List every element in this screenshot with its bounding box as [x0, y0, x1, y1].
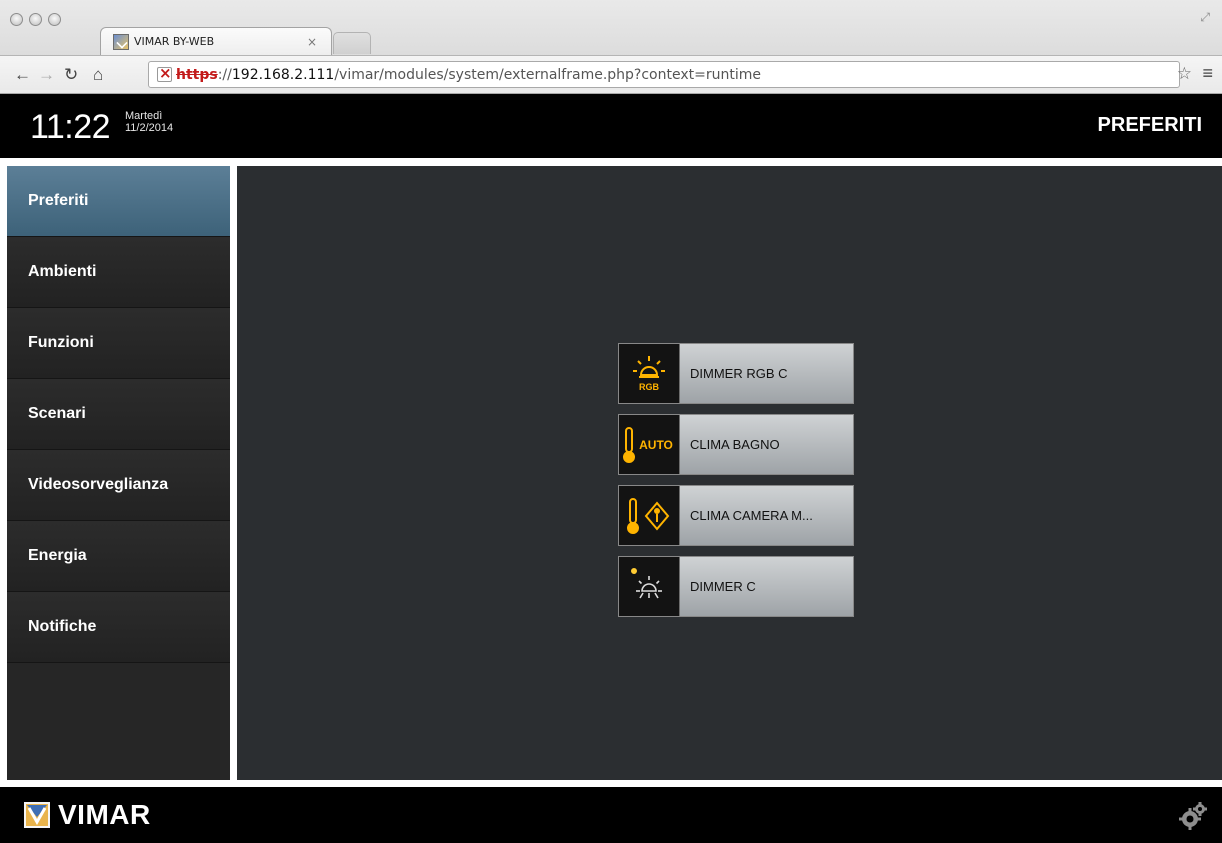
date-block: Martedì 11/2/2014 [125, 110, 173, 134]
window-controls [10, 13, 61, 26]
page-title: PREFERITI [1097, 114, 1202, 136]
vimar-app: 11:22 Martedì 11/2/2014 PREFERITI Prefer… [0, 94, 1222, 843]
brand-name: VIMAR [58, 799, 151, 830]
sidebar-item-ambienti[interactable]: Ambienti [7, 237, 230, 308]
forward-icon[interactable]: → [38, 65, 55, 85]
zoom-window-button[interactable] [48, 13, 61, 26]
url-host: 192.168.2.111 [231, 66, 335, 83]
sidebar-item-energia[interactable]: Energia [7, 521, 230, 592]
vimar-favicon-icon [113, 33, 129, 50]
status-dot-icon [631, 567, 637, 574]
favorite-label: CLIMA CAMERA M... [679, 486, 853, 545]
sidebar-item-preferiti[interactable]: Preferiti [7, 166, 230, 237]
back-icon[interactable]: ← [14, 65, 31, 85]
fullscreen-icon[interactable]: ⤢ [1200, 10, 1210, 25]
home-icon[interactable]: ⌂ [93, 65, 103, 85]
tab-close-icon[interactable]: × [307, 35, 317, 49]
rgb-badge: RGB [639, 382, 660, 392]
new-tab-button[interactable] [333, 32, 371, 54]
clock-time: 11:22 [30, 108, 111, 146]
settings-gear-icon[interactable] [1178, 801, 1208, 836]
favorite-dimmer-rgb[interactable]: RGB DIMMER RGB C [618, 343, 854, 404]
favorite-label: DIMMER RGB C [679, 344, 853, 403]
sidebar-item-scenari[interactable]: Scenari [7, 379, 230, 450]
favorites-panel: RGB DIMMER RGB C AUTO CLIMA BAGNO CLIMA … [237, 166, 1222, 780]
close-window-button[interactable] [10, 13, 23, 26]
favorite-label: DIMMER C [679, 557, 853, 616]
browser-chrome: VIMAR BY-WEB × ⤢ ← → ↻ ⌂ https :// 192.1… [0, 0, 1222, 94]
vimar-logo: VIMAR [24, 799, 151, 831]
bookmark-star-icon[interactable]: ☆ [1177, 64, 1192, 84]
browser-menu-icon[interactable]: ≡ [1202, 63, 1213, 84]
weekday: Martedì [125, 110, 163, 122]
url-separator: :// [217, 66, 232, 83]
auto-badge: AUTO [639, 438, 673, 452]
light-bulb-off-icon [619, 557, 679, 616]
sidebar-item-notifiche[interactable]: Notifiche [7, 592, 230, 663]
url-scheme: https [176, 66, 218, 83]
sidebar-item-videosorveglianza[interactable]: Videosorveglianza [7, 450, 230, 521]
rgb-dimmer-icon: RGB [619, 344, 679, 403]
favorite-clima-camera[interactable]: CLIMA CAMERA M... [618, 485, 854, 546]
app-footer: VIMAR [0, 787, 1222, 843]
vimar-logo-icon [24, 802, 50, 828]
thermostat-manual-icon [619, 486, 679, 545]
favorite-dimmer-c[interactable]: DIMMER C [618, 556, 854, 617]
minimize-window-button[interactable] [29, 13, 42, 26]
reload-icon[interactable]: ↻ [64, 65, 78, 85]
browser-toolbar: ← → ↻ ⌂ https :// 192.168.2.111 /vimar/m… [0, 55, 1222, 93]
date: 11/2/2014 [125, 122, 174, 134]
favorites-list: RGB DIMMER RGB C AUTO CLIMA BAGNO CLIMA … [618, 343, 854, 627]
browser-tab[interactable]: VIMAR BY-WEB × [100, 27, 332, 55]
tab-title: VIMAR BY-WEB [134, 35, 215, 48]
app-header: 11:22 Martedì 11/2/2014 PREFERITI [0, 94, 1222, 158]
url-path: /vimar/modules/system/externalframe.php?… [334, 66, 761, 83]
insecure-lock-icon[interactable] [157, 64, 172, 82]
favorite-label: CLIMA BAGNO [679, 415, 853, 474]
favorite-clima-bagno[interactable]: AUTO CLIMA BAGNO [618, 414, 854, 475]
thermostat-auto-icon: AUTO [619, 415, 679, 474]
sidebar: Preferiti Ambienti Funzioni Scenari Vide… [7, 166, 230, 780]
address-bar[interactable]: https :// 192.168.2.111 /vimar/modules/s… [148, 61, 1180, 88]
sidebar-item-funzioni[interactable]: Funzioni [7, 308, 230, 379]
